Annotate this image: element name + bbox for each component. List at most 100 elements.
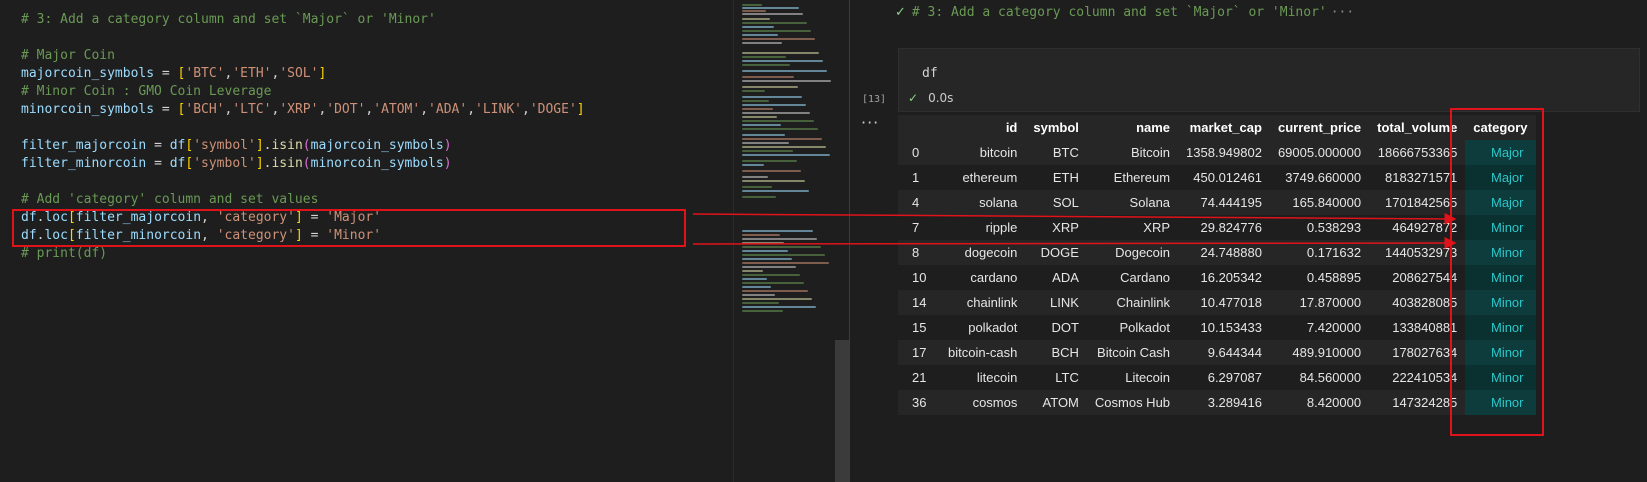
minimap-line [742, 286, 771, 288]
row-index: 7 [898, 215, 940, 240]
table-row: 17 bitcoin-cash BCH Bitcoin Cash 9.644344 489… [898, 340, 1536, 365]
table-cell: Bitcoin Cash [1086, 340, 1179, 365]
minimap-line [742, 142, 789, 144]
minimap-line [742, 274, 800, 276]
minimap-line [742, 100, 769, 102]
collapsed-cell-header[interactable]: ✓ # 3: Add a category column and set `Maj… [895, 3, 1354, 23]
dataframe-table: id symbol name market_cap current_price … [898, 115, 1536, 415]
check-icon: ✓ [895, 5, 906, 20]
minimap-line [742, 234, 780, 236]
row-index: 1 [898, 165, 940, 190]
minimap-line [742, 242, 784, 244]
execution-time: 0.0s [928, 91, 954, 105]
minimap-line [742, 262, 829, 264]
table-row: 15 polkadot DOT Polkadot 10.153433 7.420000 13… [898, 315, 1536, 340]
table-cell: ATOM [1025, 390, 1087, 415]
table-row: 8 dogecoin DOGE Dogecoin 24.748880 0.171632 14… [898, 240, 1536, 265]
minimap-line [742, 164, 764, 166]
row-index: 15 [898, 315, 940, 340]
code-line-14[interactable]: # print(df) [21, 245, 107, 263]
minimap-line [742, 30, 811, 32]
table-cell: Ethereum [1086, 165, 1179, 190]
table-cell: 29.824776 [1178, 215, 1270, 240]
table-cell: ethereum [940, 165, 1026, 190]
minimap-line [742, 196, 776, 198]
table-cell: XRP [1086, 215, 1179, 240]
minimap-line [742, 128, 818, 130]
code-line-6[interactable]: minorcoin_symbols = ['BCH','LTC','XRP','… [21, 101, 585, 119]
minimap-line [742, 294, 775, 296]
code-line-9[interactable]: filter_minorcoin = df['symbol'].isin(min… [21, 155, 452, 173]
table-cell: dogecoin [940, 240, 1026, 265]
minimap-line [742, 138, 822, 140]
table-cell: 7.420000 [1269, 315, 1370, 340]
table-cell: litecoin [940, 365, 1026, 390]
table-cell: BTC [1025, 140, 1087, 165]
minimap-line [742, 258, 792, 260]
table-cell: polkadot [940, 315, 1026, 340]
minimap-line [742, 52, 819, 54]
minimap-line [742, 120, 814, 122]
code-line-1[interactable]: # 3: Add a category column and set `Majo… [21, 11, 436, 29]
minimap-line [742, 250, 788, 252]
minimap-line [742, 124, 781, 126]
minimap-line [742, 190, 809, 192]
table-cell: solana [940, 190, 1026, 215]
code-cell[interactable] [898, 48, 1640, 112]
ellipsis-icon[interactable]: ··· [1331, 5, 1354, 20]
table-cell: 8.420000 [1269, 390, 1370, 415]
table-cell: 84.560000 [1269, 365, 1370, 390]
minimap-line [742, 230, 813, 232]
column-header: symbol [1025, 115, 1087, 140]
editor-scrollbar[interactable] [835, 340, 849, 482]
code-line-4[interactable]: majorcoin_symbols = ['BTC','ETH','SOL'] [21, 65, 326, 83]
category-highlight-box [1450, 108, 1544, 436]
minimap-line [742, 70, 827, 72]
table-cell: cardano [940, 265, 1026, 290]
table-row: 7 ripple XRP XRP 29.824776 0.538293 464927872 M… [898, 215, 1536, 240]
minimap-line [742, 306, 816, 308]
code-line-5[interactable]: # Minor Coin : GMO Coin Leverage [21, 83, 271, 101]
code-editor[interactable]: # 3: Add a category column and set `Majo… [0, 0, 733, 482]
table-cell: 1358.949802 [1178, 140, 1270, 165]
output-more-icon[interactable]: ··· [861, 113, 879, 132]
minimap-line [742, 246, 821, 248]
row-index: 14 [898, 290, 940, 315]
table-row: 10 cardano ADA Cardano 16.205342 0.458895 2086… [898, 265, 1536, 290]
minimap-line [742, 38, 815, 40]
execution-count: [13] [862, 94, 887, 105]
code-highlight-box [12, 209, 686, 247]
table-row: 21 litecoin LTC Litecoin 6.297087 84.560000 22… [898, 365, 1536, 390]
table-row: 36 cosmos ATOM Cosmos Hub 3.289416 8.420000 14… [898, 390, 1536, 415]
row-index: 36 [898, 390, 940, 415]
minimap-line [742, 154, 830, 156]
table-cell: Litecoin [1086, 365, 1179, 390]
index-header [898, 115, 940, 140]
minimap-line [742, 10, 766, 12]
cell-header-text: # 3: Add a category column and set `Majo… [911, 5, 1327, 20]
minimap-line [742, 26, 774, 28]
minimap-line [742, 282, 804, 284]
table-cell: 16.205342 [1178, 265, 1270, 290]
table-cell: 0.538293 [1269, 215, 1370, 240]
minimap-line [742, 56, 786, 58]
table-cell: ADA [1025, 265, 1087, 290]
table-cell: 0.458895 [1269, 265, 1370, 290]
minimap-line [742, 238, 817, 240]
minimap-line [742, 90, 765, 92]
table-cell: LTC [1025, 365, 1087, 390]
minimap-line [742, 60, 823, 62]
minimap-line [742, 108, 773, 110]
table-cell: 10.477018 [1178, 290, 1270, 315]
table-cell: Polkadot [1086, 315, 1179, 340]
table-cell: 10.153433 [1178, 315, 1270, 340]
code-line-11[interactable]: # Add 'category' column and set values [21, 191, 318, 209]
minimap-line [742, 266, 796, 268]
minimap[interactable] [733, 0, 834, 482]
code-line-3[interactable]: # Major Coin [21, 47, 115, 65]
check-icon: ✓ [908, 91, 919, 105]
minimap-line [742, 116, 777, 118]
cell-code[interactable]: df [922, 66, 938, 81]
minimap-line [742, 186, 772, 188]
code-line-8[interactable]: filter_majorcoin = df['symbol'].isin(maj… [21, 137, 452, 155]
